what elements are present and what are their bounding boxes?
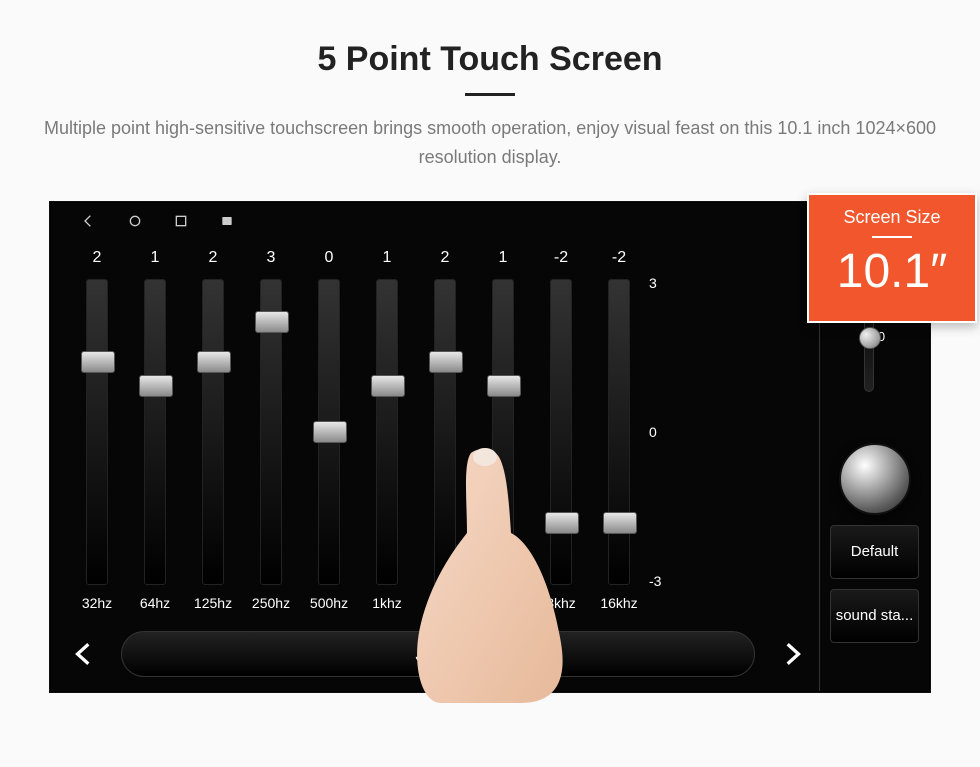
badge-title: Screen Size <box>843 207 940 228</box>
eq-slider-track[interactable] <box>492 279 514 585</box>
eq-panel: 2 32hz 1 64hz 2 125hz 3 250hz 0 500hz 1 1khz 2 2khz 1 4… <box>51 239 819 691</box>
eq-slider-thumb[interactable] <box>371 375 405 397</box>
eq-slider-value: -2 <box>554 249 568 275</box>
preset-display[interactable]: Jazz <box>121 631 755 677</box>
eq-slider[interactable]: 3 250hz <box>243 249 299 617</box>
eq-slider-track[interactable] <box>318 279 340 585</box>
eq-slider-freq: 2khz <box>430 595 460 617</box>
eq-slider-freq: 1khz <box>372 595 402 617</box>
eq-slider-freq: 125hz <box>194 595 232 617</box>
eq-slider-value: 2 <box>209 249 218 275</box>
device-screen: 2 32hz 1 64hz 2 125hz 3 250hz 0 500hz 1 1khz 2 2khz 1 4… <box>50 202 930 692</box>
eq-slider-freq: 64hz <box>140 595 170 617</box>
scale-bottom: -3 <box>649 573 661 589</box>
eq-slider-track[interactable] <box>260 279 282 585</box>
eq-slider-thumb[interactable] <box>313 421 347 443</box>
eq-slider-value: 2 <box>93 249 102 275</box>
eq-slider-value: 1 <box>151 249 160 275</box>
eq-slider-value: 1 <box>499 249 508 275</box>
eq-slider-track[interactable] <box>608 279 630 585</box>
eq-slider-track[interactable] <box>202 279 224 585</box>
eq-slider[interactable]: -2 16khz <box>591 249 647 617</box>
eq-slider-freq: 4khz <box>488 595 518 617</box>
default-button[interactable]: Default <box>830 525 919 579</box>
eq-slider[interactable]: 0 500hz <box>301 249 357 617</box>
eq-slider-thumb[interactable] <box>545 512 579 534</box>
eq-slider-thumb[interactable] <box>429 351 463 373</box>
recent-icon[interactable] <box>173 213 189 229</box>
eq-slider[interactable]: 1 1khz <box>359 249 415 617</box>
back-icon[interactable] <box>81 213 97 229</box>
balance-v-thumb[interactable] <box>859 327 881 349</box>
eq-slider-track[interactable] <box>144 279 166 585</box>
preset-prev-button[interactable] <box>69 639 99 669</box>
eq-slider-freq: 500hz <box>310 595 348 617</box>
eq-slider-track[interactable] <box>434 279 456 585</box>
eq-sliders: 2 32hz 1 64hz 2 125hz 3 250hz 0 500hz 1 1khz 2 2khz 1 4… <box>69 249 807 617</box>
eq-slider[interactable]: 2 125hz <box>185 249 241 617</box>
eq-slider-thumb[interactable] <box>81 351 115 373</box>
eq-slider-track[interactable] <box>376 279 398 585</box>
title-underline <box>465 93 515 96</box>
eq-slider[interactable]: 1 64hz <box>127 249 183 617</box>
scale-top: 3 <box>649 275 657 291</box>
eq-slider-value: 1 <box>383 249 392 275</box>
page-subtitle: Multiple point high-sensitive touchscree… <box>40 114 940 172</box>
eq-slider-value: 0 <box>325 249 334 275</box>
home-icon[interactable] <box>127 213 143 229</box>
screen-size-badge: Screen Size 10.1″ <box>807 193 977 323</box>
badge-divider <box>872 236 912 238</box>
scale-mid: 0 <box>649 424 657 440</box>
eq-app: 2 32hz 1 64hz 2 125hz 3 250hz 0 500hz 1 1khz 2 2khz 1 4… <box>51 239 929 691</box>
volume-knob[interactable] <box>839 443 911 515</box>
eq-slider-track[interactable] <box>550 279 572 585</box>
gallery-icon[interactable] <box>219 213 235 229</box>
eq-slider[interactable]: 2 32hz <box>69 249 125 617</box>
badge-value: 10.1″ <box>837 244 947 299</box>
eq-slider-freq: 16khz <box>600 595 637 617</box>
android-navbar <box>51 203 929 239</box>
eq-slider[interactable]: 2 2khz <box>417 249 473 617</box>
eq-scale: 3 0 -3 <box>649 249 679 617</box>
eq-slider-value: 2 <box>441 249 450 275</box>
eq-slider-track[interactable] <box>86 279 108 585</box>
eq-slider-value: 3 <box>267 249 276 275</box>
eq-slider-thumb[interactable] <box>603 512 637 534</box>
eq-slider-thumb[interactable] <box>487 375 521 397</box>
eq-slider-freq: 250hz <box>252 595 290 617</box>
eq-slider-value: -2 <box>612 249 626 275</box>
eq-slider-freq: 8khz <box>546 595 576 617</box>
preset-row: Jazz <box>69 631 807 677</box>
page-title: 5 Point Touch Screen <box>317 40 662 79</box>
eq-slider-thumb[interactable] <box>139 375 173 397</box>
sound-stage-button[interactable]: sound sta... <box>830 589 919 643</box>
eq-slider-thumb[interactable] <box>255 311 289 333</box>
eq-slider-thumb[interactable] <box>197 351 231 373</box>
preset-next-button[interactable] <box>777 639 807 669</box>
eq-slider[interactable]: -2 8khz <box>533 249 589 617</box>
eq-slider[interactable]: 1 4khz <box>475 249 531 617</box>
eq-slider-freq: 32hz <box>82 595 112 617</box>
